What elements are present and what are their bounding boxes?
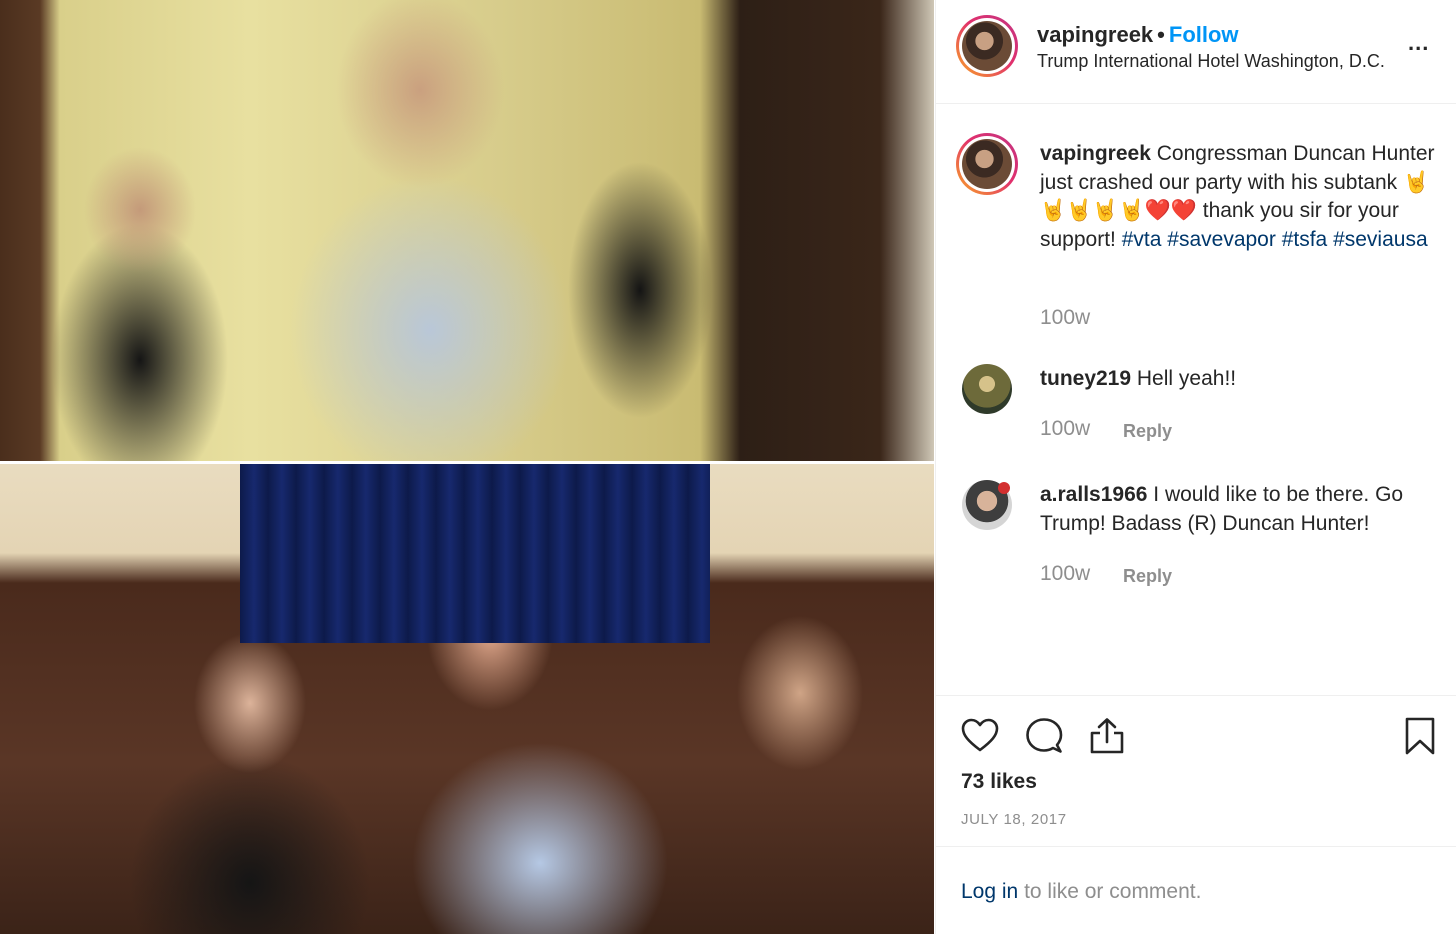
comment-username[interactable]: a.ralls1966 (1040, 483, 1147, 506)
bookmark-icon[interactable] (1402, 716, 1438, 756)
comment-icon[interactable] (1024, 716, 1064, 756)
heart-icon[interactable] (960, 716, 1000, 756)
login-rest-text: to like or comment. (1024, 880, 1202, 903)
author-username[interactable]: vapingreek (1037, 22, 1153, 47)
avatar-picture (962, 21, 1012, 71)
post-date[interactable]: JULY 18, 2017 (961, 811, 1067, 828)
follow-button[interactable]: Follow (1169, 22, 1239, 47)
share-icon[interactable] (1087, 716, 1127, 756)
commenter-avatar[interactable] (962, 364, 1012, 414)
location-link[interactable]: Trump International Hotel Washington, D.… (1037, 51, 1385, 72)
comment-username[interactable]: tuney219 (1040, 367, 1131, 390)
caption-username[interactable]: vapingreek (1040, 142, 1151, 165)
login-text: Log in to like or comment. (961, 880, 1201, 904)
avatar-picture (962, 139, 1012, 189)
login-link[interactable]: Log in (961, 880, 1018, 903)
photo-bottom (0, 463, 934, 934)
post-caption: vapingreek Congressman Duncan Hunter jus… (1040, 140, 1440, 254)
hashtag-link[interactable]: #tsfa (1282, 228, 1328, 251)
author-avatar[interactable] (956, 15, 1018, 77)
separator-dot: • (1157, 22, 1165, 47)
login-prompt: Log in to like or comment. (936, 846, 1456, 935)
photo-top (0, 0, 934, 462)
post-sidebar: vapingreek • Follow Trump International Ho… (935, 0, 1456, 934)
more-options-icon[interactable]: ... (1408, 30, 1429, 56)
post-image[interactable] (0, 0, 934, 934)
comment-timestamp[interactable]: 100w (1040, 562, 1090, 586)
caption-author-avatar[interactable] (956, 133, 1018, 195)
comment-timestamp[interactable]: 100w (1040, 417, 1090, 441)
curtain-background (240, 463, 710, 643)
caption-timestamp[interactable]: 100w (1040, 306, 1090, 330)
hashtag-link[interactable]: #vta (1122, 228, 1162, 251)
comment-item: a.ralls1966 I would like to be there. Go… (1040, 481, 1445, 538)
likes-count[interactable]: 73 likes (961, 770, 1037, 794)
photo-divider (0, 461, 934, 464)
hashtag-link[interactable]: #savevapor (1167, 228, 1276, 251)
author-line: vapingreek • Follow (1037, 22, 1239, 48)
reply-button[interactable]: Reply (1123, 566, 1172, 587)
post-actions: 73 likes JULY 18, 2017 Log in to like or… (936, 695, 1456, 934)
post-header: vapingreek • Follow Trump International Ho… (936, 0, 1456, 104)
comment-item: tuney219 Hell yeah!! (1040, 365, 1445, 394)
commenter-avatar[interactable] (962, 480, 1012, 530)
comment-text: Hell yeah!! (1136, 367, 1237, 390)
reply-button[interactable]: Reply (1123, 421, 1172, 442)
hashtag-link[interactable]: #seviausa (1333, 228, 1428, 251)
